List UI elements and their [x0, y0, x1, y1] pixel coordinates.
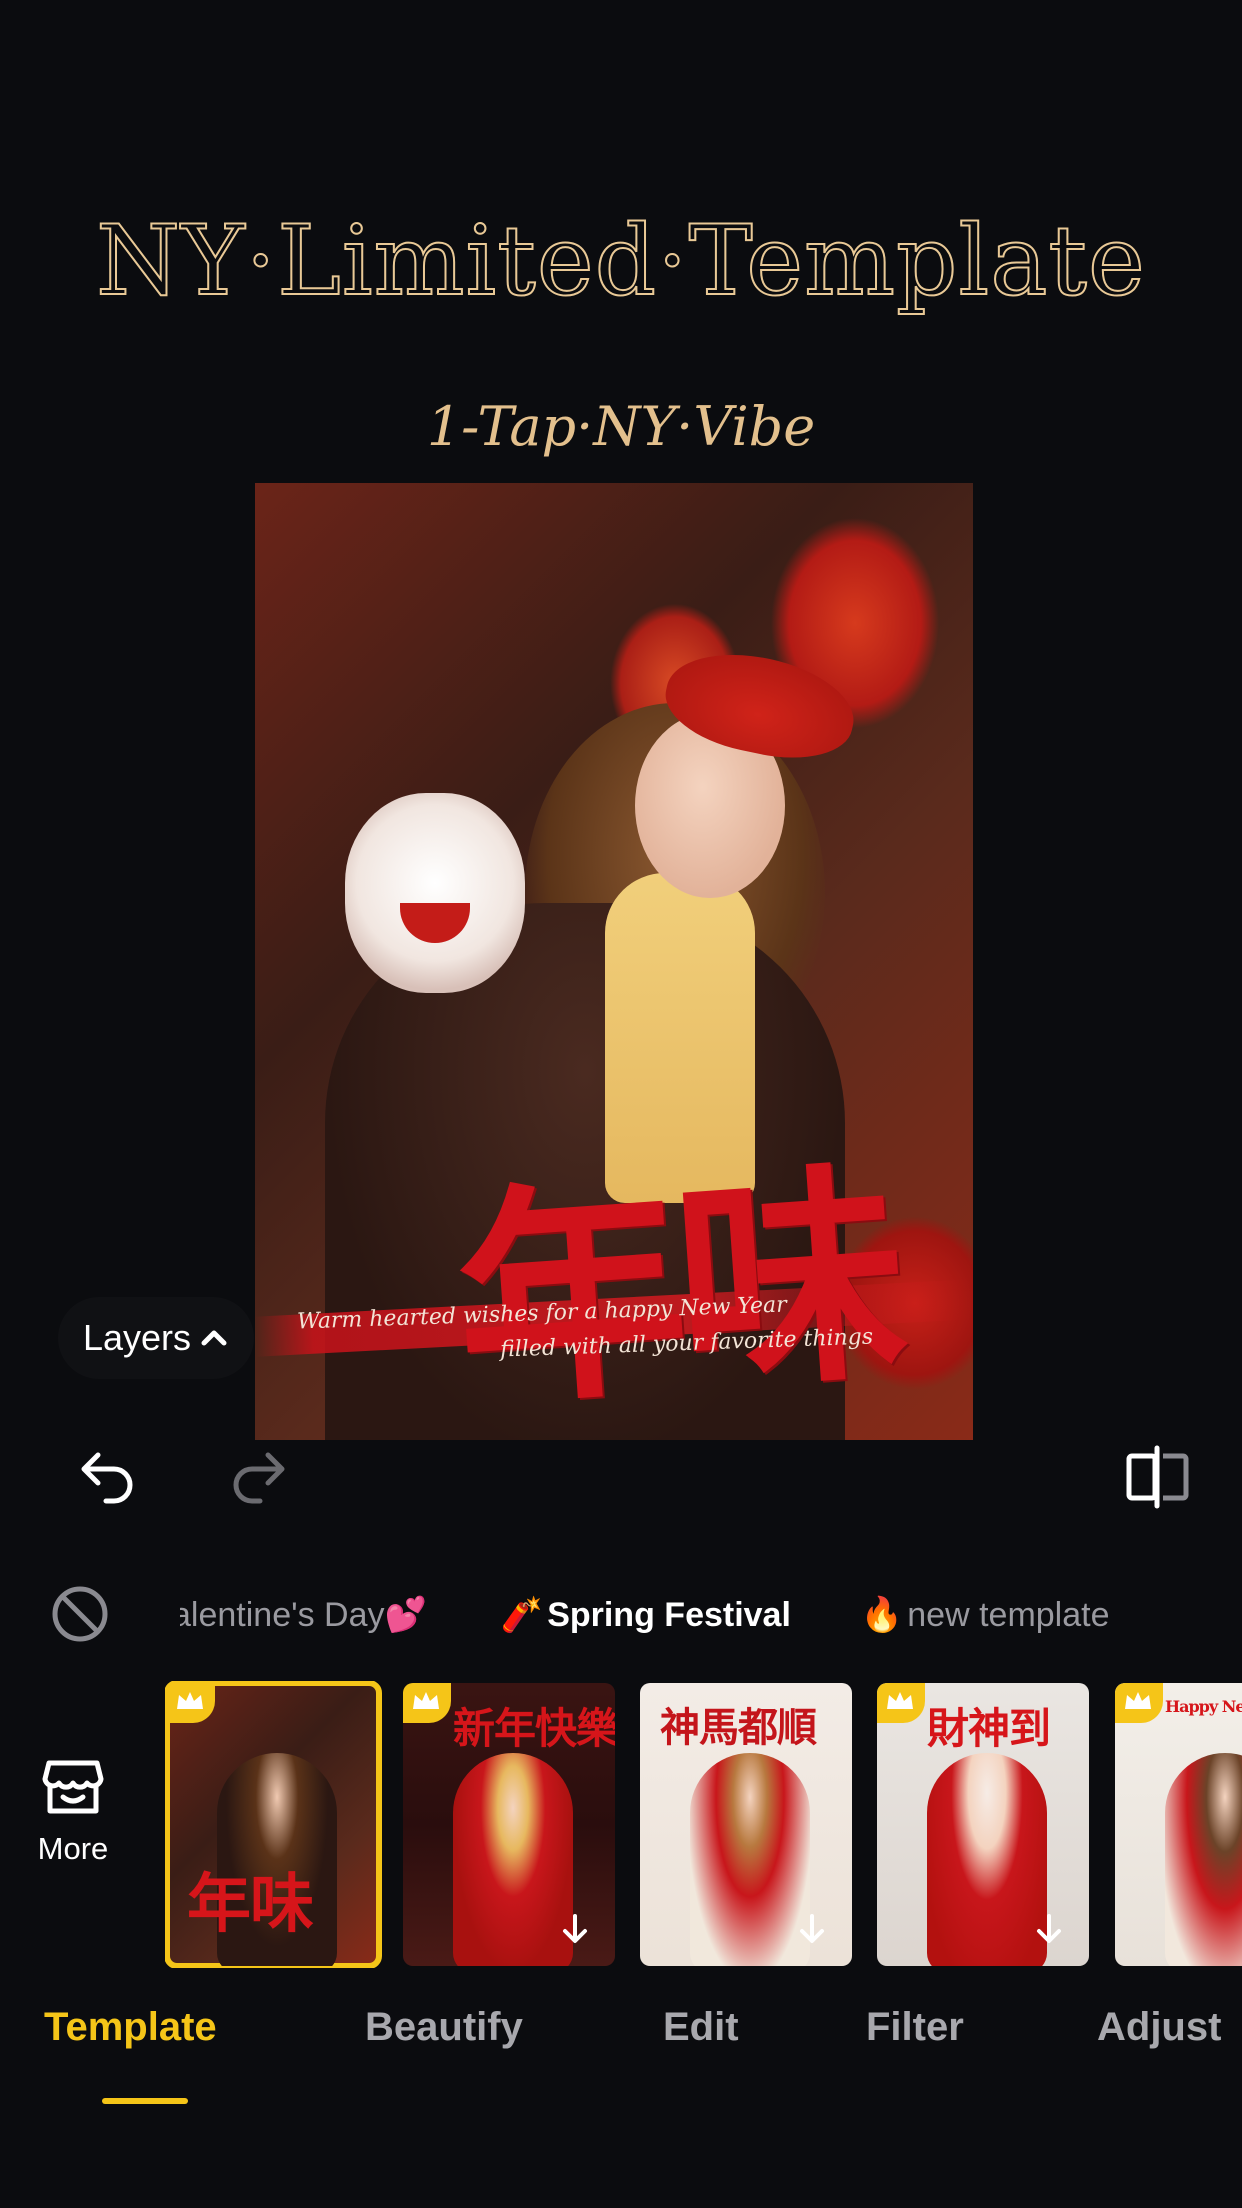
- template-thumb-2[interactable]: 新年快樂: [403, 1683, 615, 1966]
- redo-button[interactable]: [218, 1440, 298, 1514]
- category-strip[interactable]: alentine's Day 💕 🧨 Spring Festival 🔥 new…: [180, 1580, 1242, 1650]
- premium-badge: [877, 1683, 925, 1723]
- crown-icon: [413, 1692, 439, 1709]
- thumb-title: 新年快樂: [453, 1704, 615, 1753]
- thumb-photo: [1165, 1753, 1242, 1966]
- promo-title: NY·Limited·Template: [95, 204, 1146, 318]
- premium-badge: [403, 1683, 451, 1723]
- premium-badge: [167, 1683, 215, 1723]
- tab-edit[interactable]: Edit: [663, 2005, 739, 2050]
- no-filter-button[interactable]: [46, 1580, 114, 1648]
- chevron-up-icon: [201, 1330, 227, 1346]
- hearts-icon: 💕: [384, 1596, 427, 1634]
- tab-adjust[interactable]: Adjust: [1097, 2005, 1221, 2050]
- template-thumb-3[interactable]: 神馬都順: [640, 1683, 852, 1966]
- category-new-template[interactable]: 🔥 new template: [861, 1595, 1110, 1635]
- layers-label: Layers: [82, 1317, 192, 1358]
- download-icon[interactable]: [557, 1912, 593, 1948]
- thumb-photo: [927, 1753, 1047, 1966]
- crown-icon: [1125, 1692, 1151, 1709]
- lion-ornament: [345, 793, 525, 993]
- thumb-title: Happy New Year!!: [1165, 1697, 1242, 1716]
- active-tab-indicator: [102, 2098, 188, 2104]
- crown-icon: [177, 1692, 203, 1709]
- tab-beautify[interactable]: Beautify: [365, 2005, 523, 2050]
- more-templates-button[interactable]: More: [28, 1755, 118, 1885]
- redo-icon: [233, 1452, 285, 1504]
- download-icon[interactable]: [1031, 1912, 1067, 1948]
- layers-button[interactable]: Layers: [58, 1297, 254, 1379]
- tab-template[interactable]: Template: [44, 2005, 217, 2050]
- thumb-photo: [690, 1753, 810, 1966]
- thumb-title: 財神到: [927, 1704, 1051, 1753]
- undo-icon: [81, 1452, 133, 1504]
- template-thumb-5[interactable]: Happy New Year!!: [1115, 1683, 1242, 1966]
- promo-subtitle: 1-Tap·NY·Vibe: [426, 395, 816, 458]
- thumb-title: 年味: [187, 1867, 314, 1942]
- undo-button[interactable]: [68, 1440, 148, 1514]
- category-spring-festival[interactable]: 🧨 Spring Festival: [501, 1595, 791, 1635]
- compare-icon: [1126, 1445, 1189, 1509]
- store-icon: [42, 1760, 104, 1814]
- category-label: Spring Festival: [547, 1595, 791, 1634]
- template-carousel[interactable]: 年味 新年快樂 神馬都順 財神到 Happy New Year!!: [165, 1681, 1242, 1968]
- photo-preview[interactable]: 年味 Warm hearted wishes for a happy New Y…: [255, 483, 973, 1440]
- template-thumb-1[interactable]: 年味: [165, 1681, 382, 1968]
- no-filter-icon: [52, 1586, 108, 1642]
- compare-button[interactable]: [1118, 1440, 1198, 1514]
- thumb-title: 神馬都順: [660, 1704, 817, 1751]
- firecracker-icon: 🧨: [500, 1596, 544, 1634]
- tab-filter[interactable]: Filter: [866, 2005, 964, 2050]
- calligraphy-overlay: 年味: [447, 1138, 906, 1439]
- more-label: More: [37, 1831, 109, 1866]
- category-label: new template: [907, 1595, 1110, 1634]
- fire-icon: 🔥: [860, 1596, 904, 1634]
- premium-badge: [1115, 1683, 1163, 1723]
- category-label: alentine's Day: [180, 1595, 385, 1634]
- template-thumb-4[interactable]: 財神到: [877, 1683, 1089, 1966]
- download-icon[interactable]: [794, 1912, 830, 1948]
- thumb-photo: [453, 1753, 573, 1966]
- category-valentines-day[interactable]: alentine's Day 💕: [180, 1595, 431, 1635]
- bottom-tab-bar: Template Beautify Edit Filter Adjust: [0, 2005, 1242, 2085]
- crown-icon: [887, 1692, 913, 1709]
